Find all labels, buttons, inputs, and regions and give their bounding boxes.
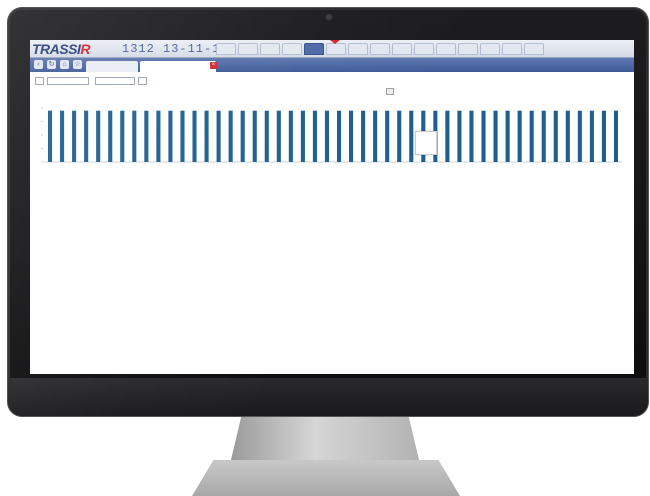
- chart-bar[interactable]: [589, 110, 594, 162]
- nav-tab[interactable]: [216, 43, 236, 55]
- nav-tab[interactable]: [480, 43, 500, 55]
- chart-bar[interactable]: [288, 110, 293, 162]
- nav-tab[interactable]: [524, 43, 544, 55]
- chart-bar[interactable]: [409, 110, 414, 162]
- apply-filter-button[interactable]: [138, 77, 147, 85]
- chart-bar[interactable]: [529, 110, 534, 162]
- bar-chart: [41, 107, 622, 163]
- chart-bar[interactable]: [541, 110, 546, 162]
- chart-bar[interactable]: [457, 110, 462, 162]
- favorite-icon[interactable]: ☆: [73, 60, 82, 69]
- webcam-icon: [326, 14, 332, 20]
- chart-bar[interactable]: [577, 110, 582, 162]
- active-tab-marker-icon: [330, 40, 340, 44]
- chart-bar[interactable]: [204, 110, 209, 162]
- nav-tab[interactable]: [458, 43, 478, 55]
- chart-bar[interactable]: [252, 110, 257, 162]
- date-picker-button[interactable]: [35, 77, 44, 85]
- nav-tab[interactable]: [370, 43, 390, 55]
- chart-bar[interactable]: [96, 110, 101, 162]
- chart-bar[interactable]: [481, 110, 486, 162]
- chart-bar[interactable]: [517, 110, 522, 162]
- nav-tab[interactable]: [502, 43, 522, 55]
- chart-bar[interactable]: [349, 110, 354, 162]
- nav-tab[interactable]: [282, 43, 302, 55]
- chart-bar[interactable]: [60, 110, 65, 162]
- chart-bar[interactable]: [276, 110, 281, 162]
- chart-bar[interactable]: [469, 110, 474, 162]
- chart-bar[interactable]: [72, 110, 77, 162]
- chart-bar[interactable]: [336, 110, 342, 162]
- chart-bar[interactable]: [132, 110, 137, 162]
- home-icon[interactable]: ⌂: [60, 60, 69, 69]
- chart-bar[interactable]: [397, 110, 402, 162]
- chart-bar[interactable]: [300, 110, 305, 162]
- chart-bar[interactable]: [47, 110, 53, 162]
- refresh-icon[interactable]: ↻: [47, 60, 56, 69]
- clock-display: 1312 13-11-13: [122, 42, 229, 56]
- chart-bar[interactable]: [565, 110, 570, 162]
- nav-tabs: [216, 43, 544, 56]
- chart-bar[interactable]: [180, 110, 185, 162]
- filter-row: [32, 76, 147, 86]
- chart-bar[interactable]: [192, 110, 197, 162]
- chart-bar[interactable]: [613, 110, 619, 162]
- chart-bar[interactable]: [84, 110, 89, 162]
- toolbar-icons: ‹ ↻ ⌂ ☆: [34, 60, 82, 69]
- nav-tab[interactable]: [392, 43, 412, 55]
- chart-bar[interactable]: [108, 110, 113, 162]
- nav-tab[interactable]: [326, 43, 346, 55]
- chart-bar[interactable]: [373, 110, 378, 162]
- logo-text: TRASSI: [32, 41, 81, 57]
- logo-accent-letter: R: [80, 41, 90, 57]
- nav-tab[interactable]: [436, 43, 456, 55]
- chart-bar[interactable]: [144, 110, 149, 162]
- nav-tab-active[interactable]: [304, 43, 324, 55]
- chart-bar[interactable]: [324, 110, 330, 162]
- back-icon[interactable]: ‹: [34, 60, 43, 69]
- chart-bar[interactable]: [553, 110, 558, 162]
- monitor-screen: TRASSIR 1312 13-11-13 ‹ ↻ ⌂ ☆ ×: [30, 40, 634, 374]
- chart-bar[interactable]: [120, 110, 125, 162]
- nav-tab[interactable]: [414, 43, 434, 55]
- chart-bar[interactable]: [445, 110, 450, 162]
- chart-bar[interactable]: [168, 110, 173, 162]
- monitor-stand-neck: [230, 416, 420, 464]
- to-date-select[interactable]: [95, 77, 135, 85]
- nav-tab[interactable]: [348, 43, 368, 55]
- app-header: TRASSIR 1312 13-11-13: [30, 40, 634, 58]
- chart-bar[interactable]: [228, 110, 233, 162]
- chart-bar[interactable]: [156, 110, 161, 162]
- chart-bar[interactable]: [601, 110, 606, 162]
- chart-bar[interactable]: [505, 110, 510, 162]
- chart-bar[interactable]: [240, 110, 245, 162]
- nav-tab[interactable]: [238, 43, 258, 55]
- browser-toolbar: ‹ ↻ ⌂ ☆ ×: [30, 58, 634, 72]
- from-date-input[interactable]: [47, 77, 89, 85]
- chart-bar[interactable]: [216, 110, 221, 162]
- monitor-chin: [8, 378, 648, 416]
- document-tab-active[interactable]: [140, 61, 216, 72]
- chart-bar[interactable]: [361, 110, 366, 162]
- chart-tooltip: [415, 131, 437, 155]
- chart-bar[interactable]: [312, 110, 317, 162]
- report-options-button[interactable]: [386, 88, 394, 95]
- app-logo: TRASSIR: [32, 41, 90, 57]
- nav-tab[interactable]: [260, 43, 280, 55]
- monitor-stand-base: [192, 460, 460, 496]
- chart-bar[interactable]: [264, 110, 269, 162]
- close-tab-icon[interactable]: ×: [210, 62, 217, 69]
- document-tab[interactable]: [86, 61, 138, 72]
- chart-bar[interactable]: [493, 110, 498, 162]
- chart-bar[interactable]: [385, 110, 390, 162]
